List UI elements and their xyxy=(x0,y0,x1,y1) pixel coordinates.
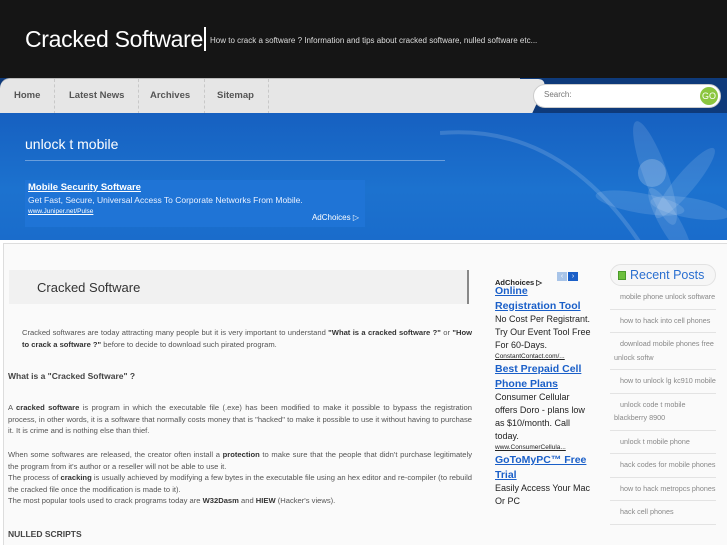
adchoices-link[interactable]: AdChoices ▷ xyxy=(312,213,359,222)
intro-paragraph: Cracked softwares are today attracting m… xyxy=(22,328,472,349)
recent-post-link[interactable]: hack codes for mobile phones xyxy=(610,454,716,478)
text-cursor xyxy=(204,27,206,51)
adchoices-link[interactable]: AdChoices ▷ xyxy=(495,278,542,287)
ad-url-link[interactable]: ConstantContact.com/... xyxy=(495,352,591,362)
ad-description: Get Fast, Secure, Universal Access To Co… xyxy=(28,195,303,205)
sidebar: Recent Posts mobile phone unlock softwar… xyxy=(610,264,716,525)
ad-description: No Cost Per Registrant. Try Our Event To… xyxy=(495,314,591,350)
main-area: Cracked Software Cracked softwares are t… xyxy=(3,243,727,545)
nav-home[interactable]: Home xyxy=(0,79,56,114)
ad-title-link[interactable]: Best Prepaid Cell Phone Plans xyxy=(495,362,591,391)
ad-description: Easily Access Your Mac Or PC xyxy=(495,483,591,506)
recent-post-link[interactable]: mobile phone unlock software xyxy=(610,286,716,310)
recent-post-link[interactable]: hack cell phones xyxy=(610,501,716,525)
site-title[interactable]: Cracked Software xyxy=(25,26,206,53)
section-heading-what: What is a "Cracked Software" ? xyxy=(8,371,136,381)
recent-post-link[interactable]: unlock t mobile phone xyxy=(610,431,716,454)
site-tagline: How to crack a software ? Information an… xyxy=(210,36,538,45)
recent-post-link[interactable]: download mobile phones free unlock softw xyxy=(610,333,716,370)
article-heading: Cracked Software xyxy=(9,270,469,304)
ad-title-link[interactable]: Online Registration Tool xyxy=(495,284,591,313)
paragraph: When some softwares are released, the cr… xyxy=(8,450,473,505)
document-icon xyxy=(618,271,626,280)
ad-title-link[interactable]: Mobile Security Software xyxy=(28,182,141,193)
recent-posts-header: Recent Posts xyxy=(610,264,716,286)
site-header: Cracked Software How to crack a software… xyxy=(0,0,727,78)
recent-post-link[interactable]: how to hack into cell phones xyxy=(610,310,716,333)
nav-archives[interactable]: Archives xyxy=(136,79,206,114)
recent-post-link[interactable]: how to unlock lg kc910 mobile xyxy=(610,370,716,394)
article: Cracked Software Cracked softwares are t… xyxy=(8,244,474,546)
ad-column: AdChoices ▷ ‹ › Online Registration Tool… xyxy=(495,272,591,508)
paragraph: A cracked software is program in which t… xyxy=(8,403,472,435)
nav-menu: Home Latest News Archives Sitemap xyxy=(0,78,520,114)
divider xyxy=(25,160,445,161)
banner-ad: Mobile Security Software Get Fast, Secur… xyxy=(25,180,365,227)
ad-url-link[interactable]: www.Juniper.net/Pulse xyxy=(28,208,93,215)
next-arrow-icon[interactable]: › xyxy=(568,272,578,281)
flower-decoration-icon xyxy=(440,121,727,240)
banner: unlock t mobile Mobile Security Software… xyxy=(0,113,727,240)
prev-arrow-icon[interactable]: ‹ xyxy=(557,272,567,281)
nav-sitemap[interactable]: Sitemap xyxy=(203,79,269,114)
nav-bar: Home Latest News Archives Sitemap GO xyxy=(0,78,727,114)
ad-description: Consumer Cellular offers Doro - plans lo… xyxy=(495,392,585,441)
ad-url-link[interactable]: www.ConsumerCellula... xyxy=(495,443,591,453)
page-title: unlock t mobile xyxy=(25,136,119,152)
search-input[interactable] xyxy=(544,90,694,99)
ad-title-link[interactable]: GoToMyPC™ Free Trial xyxy=(495,453,591,482)
search-go-button[interactable]: GO xyxy=(700,87,718,105)
recent-post-link[interactable]: unlock code t mobile blackberry 8900 xyxy=(610,394,716,431)
recent-posts-list: mobile phone unlock software how to hack… xyxy=(610,286,716,525)
section-heading-nulled: NULLED SCRIPTS xyxy=(8,529,82,539)
recent-post-link[interactable]: how to hack metropcs phones xyxy=(610,478,716,501)
search-box: GO xyxy=(533,84,721,108)
nav-latest-news[interactable]: Latest News xyxy=(55,79,140,114)
